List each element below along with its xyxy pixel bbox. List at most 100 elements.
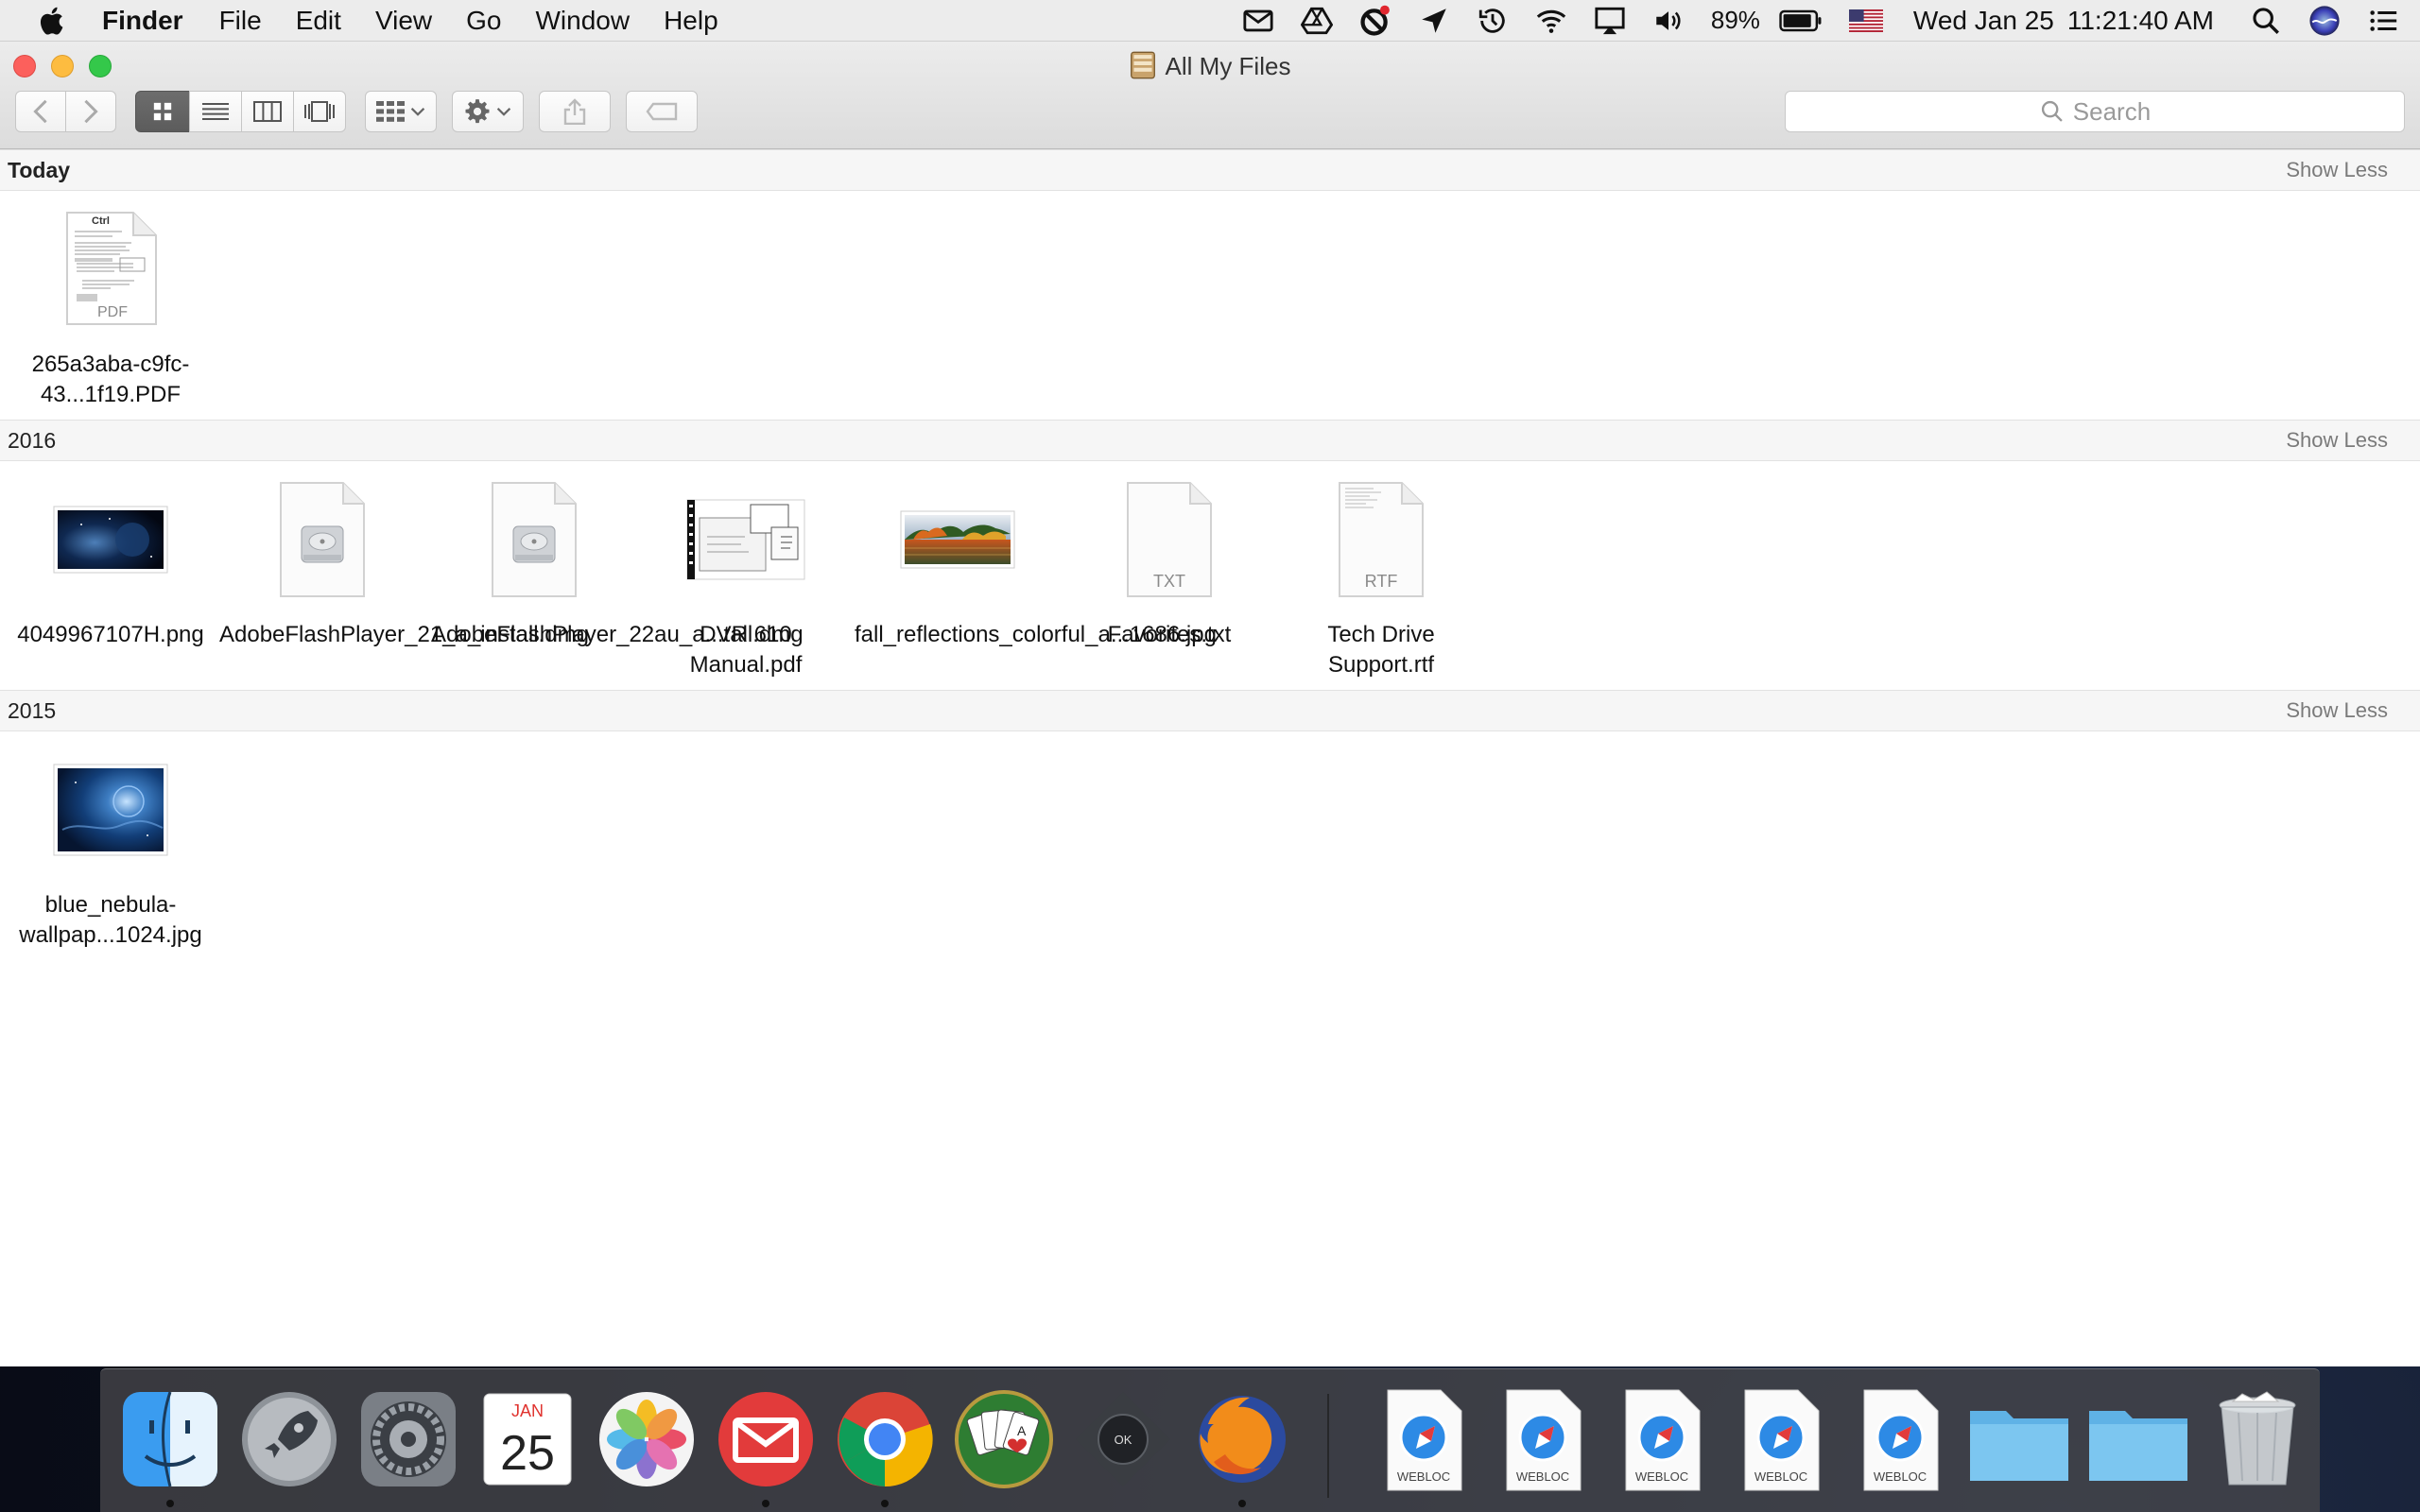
manual-pdf-thumbnail (686, 499, 805, 580)
dock-webloc-file[interactable]: WEBLOC (1847, 1386, 1953, 1492)
pdf-document-icon: Ctrl PDF (66, 212, 157, 325)
dock-finder[interactable] (117, 1386, 223, 1507)
location-icon[interactable] (1418, 5, 1450, 37)
section-body-2015: blue_nebula-wallpap...1024.jpg (0, 731, 2420, 960)
calendar-icon: JAN 25 (483, 1393, 572, 1486)
battery-icon[interactable] (1779, 9, 1823, 33)
file-name: blue_nebula-wallpap...1024.jpg (19, 892, 202, 948)
apple-menu-icon[interactable] (36, 4, 70, 38)
list-icon (202, 103, 229, 120)
column-view-button[interactable] (241, 91, 294, 132)
file-item[interactable]: Ctrl PDF 265a3aba-c9fc-43...1f19.PDF (4, 198, 217, 410)
menu-view[interactable]: View (375, 0, 432, 42)
file-name: DVR 610 Manual.pdf (689, 622, 803, 678)
us-flag-icon[interactable] (1848, 9, 1883, 32)
search-placeholder: Search (2072, 96, 2152, 126)
file-item[interactable]: TXT Favorites.txt (1063, 469, 1276, 650)
file-item[interactable]: 4049967107H.png (4, 469, 217, 650)
file-item[interactable]: DVR 610 Manual.pdf (639, 469, 853, 680)
dock-webloc-file[interactable]: WEBLOC (1371, 1386, 1477, 1492)
wifi-icon[interactable] (1535, 5, 1567, 37)
airplay-icon[interactable] (1594, 5, 1626, 37)
tags-button[interactable] (626, 91, 698, 132)
search-field[interactable]: Search (1785, 91, 2405, 132)
show-less-button[interactable]: Show Less (2286, 698, 2388, 723)
svg-text:Ctrl: Ctrl (92, 215, 110, 227)
rtf-badge: RTF (1365, 572, 1398, 591)
dock-mail[interactable] (713, 1386, 819, 1507)
dock-firefox[interactable] (1189, 1386, 1295, 1507)
siri-icon[interactable] (2308, 5, 2341, 37)
blocker-icon[interactable] (1359, 5, 1392, 37)
dock-webloc-file[interactable]: WEBLOC (1609, 1386, 1715, 1492)
menu-file[interactable]: File (219, 0, 262, 42)
menu-window[interactable]: Window (535, 0, 630, 42)
dock-solitaire[interactable]: A (951, 1386, 1057, 1492)
menu-help[interactable]: Help (664, 0, 718, 42)
safari-webloc-icon: WEBLOC (1863, 1389, 1939, 1491)
window-titlebar: All My Files Search (0, 42, 2420, 149)
back-button[interactable] (15, 91, 66, 132)
dock-webloc-file[interactable]: WEBLOC (1490, 1386, 1596, 1492)
card-label: A (1017, 1423, 1027, 1438)
dock-webloc-file[interactable]: WEBLOC (1728, 1386, 1834, 1492)
section-body-today: Ctrl PDF 265a3aba-c9fc-43...1f19.PDF (0, 191, 2420, 420)
dock-calendar[interactable]: JAN 25 (475, 1386, 580, 1492)
nav-buttons (15, 91, 116, 132)
file-item[interactable]: fall_reflections_colorful_a...1686.jpg (851, 469, 1217, 650)
battery-percent[interactable]: 89% (1711, 6, 1760, 35)
action-button[interactable] (452, 91, 524, 132)
remote-label: OK (1115, 1433, 1132, 1447)
volume-icon[interactable] (1652, 5, 1685, 37)
icon-grid-icon (153, 102, 172, 121)
rich-text-document-icon: RTF (1339, 482, 1424, 597)
show-less-button[interactable]: Show Less (2286, 428, 2388, 453)
window-title: All My Files (0, 51, 2420, 81)
dock-launchpad[interactable] (236, 1386, 342, 1492)
time-machine-icon[interactable] (1477, 5, 1509, 37)
safari-webloc-icon: WEBLOC (1506, 1389, 1582, 1491)
spotlight-icon[interactable] (2250, 5, 2282, 37)
dock-folder[interactable] (1966, 1386, 2072, 1492)
calendar-day: 25 (500, 1426, 555, 1481)
webloc-label: WEBLOC (1397, 1469, 1450, 1484)
autumn-image-thumbnail (900, 510, 1015, 569)
menu-edit[interactable]: Edit (296, 0, 341, 42)
menu-app-finder[interactable]: Finder (102, 0, 183, 42)
nebula-image-thumbnail (53, 764, 168, 856)
dock-trash[interactable] (2204, 1386, 2310, 1492)
file-item[interactable]: AdobeFlashPlayer_21_a_install.dmg (216, 469, 589, 650)
calendar-month: JAN (511, 1401, 544, 1420)
show-less-button[interactable]: Show Less (2286, 158, 2388, 182)
icon-view-button[interactable] (135, 91, 190, 132)
webloc-label: WEBLOC (1516, 1469, 1569, 1484)
dock-photos[interactable] (594, 1386, 700, 1492)
notification-center-icon[interactable] (2367, 5, 2399, 37)
view-mode-segment (135, 91, 346, 132)
share-icon (563, 98, 586, 125)
photos-icon (599, 1392, 694, 1486)
dock-system-preferences[interactable] (355, 1386, 461, 1492)
rocket-icon (242, 1392, 337, 1486)
file-item[interactable]: blue_nebula-wallpap...1024.jpg (4, 739, 217, 951)
dock-remote[interactable]: OK (1070, 1386, 1176, 1492)
dock-chrome[interactable] (832, 1386, 938, 1507)
file-item[interactable]: AdobeFlashPlayer_22au_a...tall.dmg (427, 469, 804, 650)
remote-icon: OK (1076, 1392, 1170, 1486)
dock-folder[interactable] (2085, 1386, 2191, 1492)
file-item[interactable]: RTF Tech Drive Support.rtf (1274, 469, 1488, 680)
forward-button[interactable] (65, 91, 116, 132)
cover-flow-button[interactable] (293, 91, 346, 132)
menubar-time[interactable]: 11:21:40 AM (2067, 6, 2214, 36)
google-drive-icon[interactable] (1300, 5, 1333, 37)
mail-status-icon[interactable] (1242, 5, 1274, 37)
arrange-button[interactable] (365, 91, 437, 132)
share-button[interactable] (539, 91, 611, 132)
file-name: AdobeFlashPlayer_22au_a...tall.dmg (431, 622, 804, 647)
section-title: 2015 (8, 697, 57, 723)
list-view-button[interactable] (189, 91, 242, 132)
search-icon (2041, 100, 2063, 122)
menubar-date[interactable]: Wed Jan 25 (1913, 6, 2054, 36)
file-name: Tech Drive Support.rtf (1327, 622, 1435, 678)
menu-go[interactable]: Go (466, 0, 501, 42)
